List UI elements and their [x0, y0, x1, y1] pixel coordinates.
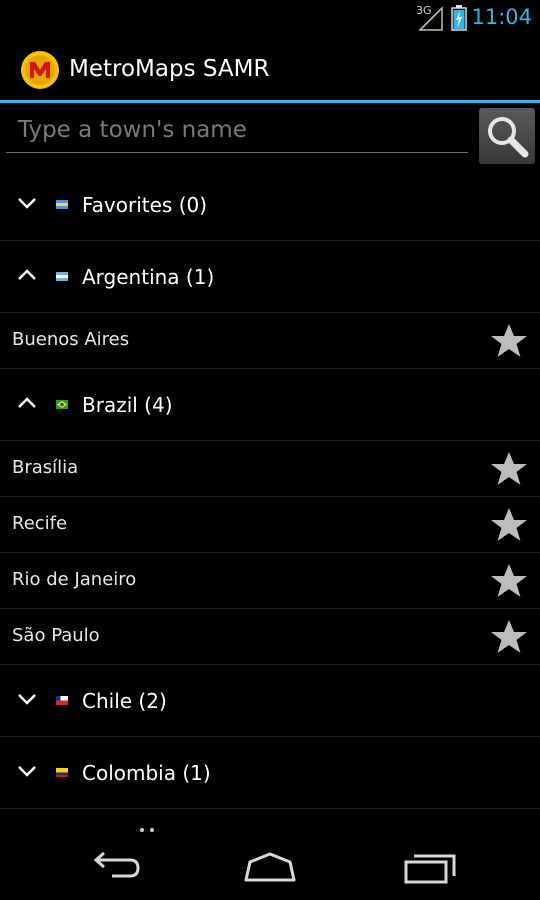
star-icon[interactable]	[490, 619, 528, 655]
partially-visible-row	[0, 806, 540, 836]
star-icon[interactable]	[490, 323, 528, 359]
cut-off-glyph	[140, 828, 144, 832]
group-label: Brazil (4)	[82, 393, 173, 417]
group-label: Favorites (0)	[82, 193, 208, 217]
search-field	[6, 108, 468, 153]
town-label: Buenos Aires	[12, 329, 130, 350]
home-icon[interactable]	[240, 850, 300, 886]
town-search-input[interactable]	[6, 108, 468, 152]
app-title: MetroMaps SAMR	[69, 56, 270, 82]
chevron-up-icon	[18, 397, 36, 408]
list-item-rio-de-janeiro[interactable]: Rio de Janeiro	[0, 553, 540, 609]
cut-off-glyph	[150, 828, 154, 832]
chile-flag-icon	[56, 696, 68, 705]
town-list: Favorites (0) Argentina (1) Buenos Aires…	[0, 169, 540, 809]
magnifier-icon	[488, 117, 529, 158]
colombia-flag-icon	[56, 768, 68, 777]
action-bar-divider	[0, 100, 540, 103]
metromaps-logo-icon[interactable]	[20, 50, 60, 90]
argentina-flag-icon	[56, 272, 68, 281]
chevron-up-icon	[18, 269, 36, 280]
chevron-down-icon	[18, 766, 36, 777]
signal-icon	[418, 6, 443, 31]
action-bar: MetroMaps SAMR	[0, 38, 540, 100]
clock: 11:04	[471, 5, 532, 29]
town-label: São Paulo	[12, 625, 100, 646]
group-label: Colombia (1)	[82, 761, 211, 785]
group-chile[interactable]: Chile (2)	[0, 665, 540, 737]
group-favorites[interactable]: Favorites (0)	[0, 169, 540, 241]
group-label: Argentina (1)	[82, 265, 215, 289]
group-brazil[interactable]: Brazil (4)	[0, 369, 540, 441]
chevron-down-icon	[18, 198, 36, 209]
recent-apps-icon[interactable]	[400, 850, 460, 886]
search-button[interactable]	[479, 108, 535, 164]
list-item-recife[interactable]: Recife	[0, 497, 540, 553]
chevron-down-icon	[18, 694, 36, 705]
status-bar: 3G 11:04	[0, 0, 540, 38]
town-label: Rio de Janeiro	[12, 569, 137, 590]
star-icon[interactable]	[490, 451, 528, 487]
town-label: Recife	[12, 513, 68, 534]
list-item-buenos-aires[interactable]: Buenos Aires	[0, 313, 540, 369]
list-item-brasilia[interactable]: Brasília	[0, 441, 540, 497]
group-argentina[interactable]: Argentina (1)	[0, 241, 540, 313]
group-label: Chile (2)	[82, 689, 167, 713]
group-colombia[interactable]: Colombia (1)	[0, 737, 540, 809]
system-nav-bar	[0, 836, 540, 900]
brazil-flag-icon	[56, 400, 68, 409]
list-item-sao-paulo[interactable]: São Paulo	[0, 609, 540, 665]
star-icon[interactable]	[490, 507, 528, 543]
battery-icon	[451, 5, 467, 31]
star-icon[interactable]	[490, 563, 528, 599]
back-icon[interactable]	[84, 850, 144, 886]
town-label: Brasília	[12, 457, 79, 478]
favorites-flag-icon	[56, 200, 68, 209]
